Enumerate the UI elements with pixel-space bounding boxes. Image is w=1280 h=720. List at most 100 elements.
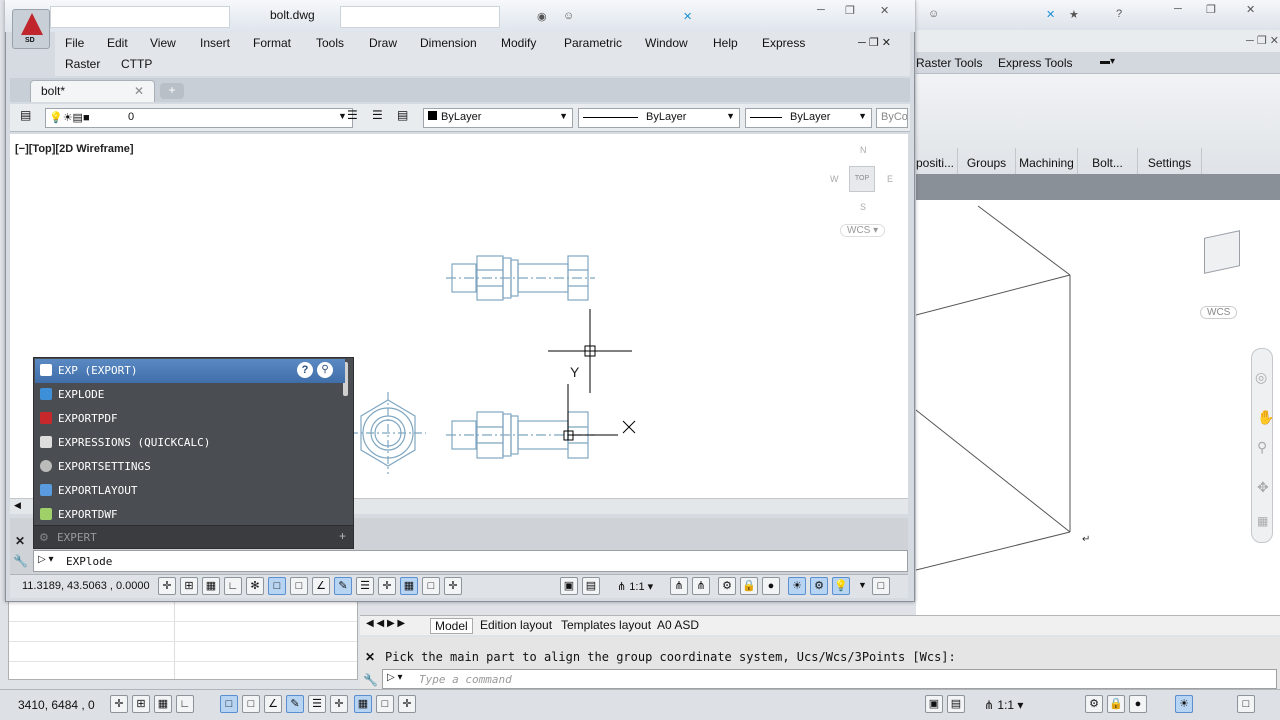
- dyn-icon[interactable]: ✎: [334, 577, 352, 595]
- infer-icon[interactable]: ✛: [158, 577, 176, 595]
- tpy-icon[interactable]: ✛: [330, 695, 348, 713]
- menu-cttp[interactable]: CTTP: [121, 57, 152, 71]
- ribbon-options-icon[interactable]: ▬▾: [1100, 56, 1115, 67]
- lock-icon[interactable]: 🔒: [740, 577, 758, 595]
- workspace-gear-icon[interactable]: ⚙: [718, 577, 736, 595]
- lweight-icon[interactable]: ☰: [356, 577, 374, 595]
- help-icon[interactable]: ?: [1116, 8, 1122, 20]
- qp-icon[interactable]: ▦: [354, 695, 372, 713]
- minimize-button[interactable]: ─: [817, 4, 825, 16]
- binoculars-icon[interactable]: ◉: [537, 10, 547, 23]
- menu-format[interactable]: Format: [253, 36, 291, 50]
- dyn-icon[interactable]: ✎: [286, 695, 304, 713]
- menu-draw[interactable]: Draw: [369, 36, 397, 50]
- tab-express-tools[interactable]: Express Tools: [998, 56, 1072, 70]
- menu-edit[interactable]: Edit: [107, 36, 128, 50]
- hardware-accel-icon[interactable]: ●: [762, 577, 780, 595]
- help-icon[interactable]: ?: [297, 362, 313, 378]
- menu-window[interactable]: Window: [645, 36, 688, 50]
- showmotion-icon[interactable]: ▦: [1257, 514, 1268, 528]
- menu-insert[interactable]: Insert: [200, 36, 230, 50]
- network-icon[interactable]: ★: [1069, 8, 1079, 21]
- autocomplete-item-explode[interactable]: EXPLODE: [35, 383, 345, 407]
- wrench-icon[interactable]: 🔧: [13, 554, 28, 568]
- tab-nav-icons[interactable]: ◀ ◀ ▶ ▶: [366, 618, 405, 629]
- prompt-icon[interactable]: ▷ ▾: [387, 672, 403, 683]
- settings-icon[interactable]: ⚙: [810, 577, 828, 595]
- otrack-icon[interactable]: □: [242, 695, 260, 713]
- expand-icon[interactable]: +: [339, 529, 346, 543]
- status-menu-icon[interactable]: ▼: [858, 580, 867, 590]
- search-icon[interactable]: ⚲: [317, 362, 333, 378]
- autocomplete-item-exportsettings[interactable]: EXPORTSETTINGS: [35, 455, 345, 479]
- steering-wheel-icon[interactable]: ◎: [1255, 369, 1267, 386]
- make-current-layer-icon[interactable]: ☰: [347, 108, 358, 122]
- wcs-menu[interactable]: WCS: [1200, 306, 1238, 319]
- restore-button[interactable]: ❐: [1206, 3, 1216, 16]
- wrench-icon[interactable]: 🔧: [363, 673, 378, 687]
- match-layer-icon[interactable]: ☰: [372, 108, 383, 122]
- autocomplete-item-export[interactable]: EXP (EXPORT) ? ⚲: [35, 359, 345, 383]
- menu-help[interactable]: Help: [713, 36, 738, 50]
- search-box[interactable]: [340, 6, 500, 28]
- menu-raster[interactable]: Raster: [65, 57, 100, 71]
- background-drawing-area[interactable]: ↵ WCS ◎ ✋ ⚲ ✥ ▦: [915, 200, 1280, 615]
- orbit-icon[interactable]: ✥: [1257, 479, 1269, 496]
- zoom-icon[interactable]: ⚲: [1257, 439, 1267, 456]
- menu-dimension[interactable]: Dimension: [420, 36, 477, 50]
- tab-templates-layout[interactable]: Templates layout: [561, 618, 651, 632]
- workspace-gear-icon[interactable]: ⚙: [1085, 695, 1103, 713]
- pan-icon[interactable]: ✋: [1257, 409, 1274, 426]
- plotstyle-dropdown[interactable]: ByCo: [876, 108, 908, 128]
- menu-modify[interactable]: Modify: [501, 36, 536, 50]
- tab-a0-asd[interactable]: A0 ASD: [657, 618, 699, 632]
- close-button[interactable]: ✕: [1246, 3, 1255, 16]
- model-space-icon[interactable]: ▣: [560, 577, 578, 595]
- exchange-icon[interactable]: ✕: [1046, 8, 1055, 21]
- tab-close-icon[interactable]: ✕: [134, 84, 144, 98]
- lightbulb-icon[interactable]: 💡: [832, 577, 850, 595]
- application-menu-button[interactable]: SD: [12, 9, 50, 49]
- color-dropdown[interactable]: ByLayer ▼: [423, 108, 573, 128]
- sc-icon[interactable]: □: [376, 695, 394, 713]
- menu-tools[interactable]: Tools: [316, 36, 344, 50]
- restore-button[interactable]: ❐: [845, 4, 855, 17]
- grid-icon[interactable]: ▦: [154, 695, 172, 713]
- new-tab-button[interactable]: +: [160, 83, 184, 99]
- otrack-icon[interactable]: □: [290, 577, 308, 595]
- lweight-icon[interactable]: ☰: [308, 695, 326, 713]
- scroll-left-icon[interactable]: ◀: [14, 500, 21, 511]
- ducs-icon[interactable]: ∠: [312, 577, 330, 595]
- ortho-icon[interactable]: ∟: [224, 577, 242, 595]
- lineweight-dropdown[interactable]: ByLayer ▼: [745, 108, 872, 128]
- command-input-box[interactable]: ▷ ▾ Type a command: [382, 669, 1277, 689]
- am-icon[interactable]: ✛: [444, 577, 462, 595]
- tab-edition-layout[interactable]: Edition layout: [480, 618, 552, 632]
- close-icon[interactable]: ✕: [365, 650, 375, 664]
- viewcube-3d[interactable]: [1204, 230, 1240, 274]
- quick-access-toolbar[interactable]: [50, 6, 230, 28]
- am-icon[interactable]: ✛: [398, 695, 416, 713]
- layer-dropdown[interactable]: 💡☀▤■ 0 ▼: [45, 108, 353, 128]
- snap-icon[interactable]: ⊞: [132, 695, 150, 713]
- sc-icon[interactable]: □: [422, 577, 440, 595]
- infer-icon[interactable]: ✛: [110, 695, 128, 713]
- autocomplete-item-exportdwf[interactable]: EXPORTDWF: [35, 503, 345, 527]
- minimize-button[interactable]: ─: [1174, 3, 1182, 15]
- annotation-scale[interactable]: ⋔ 1:1 ▾: [617, 580, 653, 593]
- clean-screen-icon[interactable]: □: [1237, 695, 1255, 713]
- document-tab-bolt[interactable]: bolt* ✕: [30, 80, 155, 102]
- 3d-osnap-icon[interactable]: □: [268, 577, 286, 595]
- lock-icon[interactable]: 🔒: [1107, 695, 1125, 713]
- user-icon[interactable]: ☺: [928, 8, 939, 20]
- ducs-icon[interactable]: ∠: [264, 695, 282, 713]
- tpy-icon[interactable]: ✛: [378, 577, 396, 595]
- autocomplete-item-expressions[interactable]: EXPRESSIONS (QUICKCALC): [35, 431, 345, 455]
- linetype-dropdown[interactable]: ByLayer ▼: [578, 108, 740, 128]
- annotation-visibility-icon[interactable]: ⋔: [670, 577, 688, 595]
- window-controls[interactable]: ─ ❐ ✕: [1246, 34, 1279, 47]
- ortho-icon[interactable]: ∟: [176, 695, 194, 713]
- qp-icon[interactable]: ▦: [400, 577, 418, 595]
- menu-file[interactable]: File: [65, 36, 84, 50]
- annotation-scale[interactable]: ⋔ 1:1 ▾: [984, 698, 1023, 712]
